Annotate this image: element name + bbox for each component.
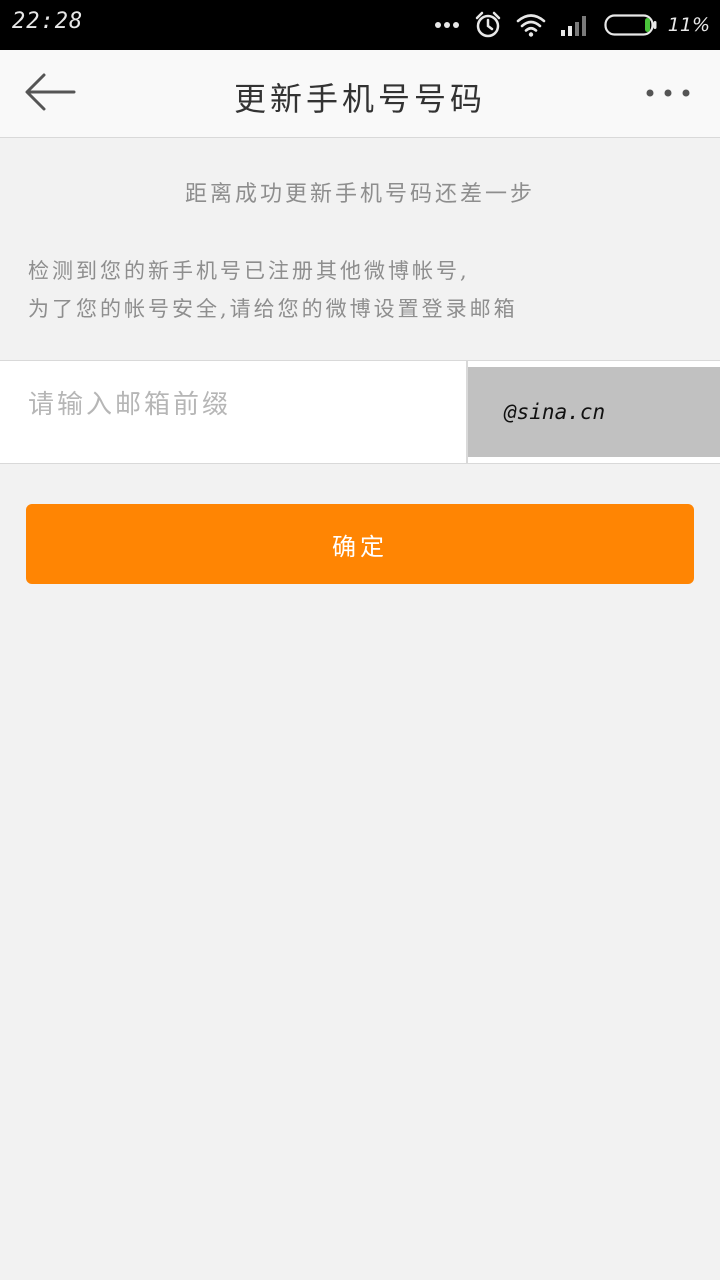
page-title: 更新手机号号码 — [233, 80, 486, 118]
navigation-bar: 更新手机号号码 — [0, 50, 720, 138]
signal-icon — [560, 13, 590, 37]
email-form-row: @sina.cn — [0, 360, 720, 464]
wifi-icon — [516, 13, 546, 37]
description: 检测到您的新手机号已注册其他微博帐号, 为了您的帐号安全,请给您的微博设置登录邮… — [28, 252, 708, 328]
status-time: 22:28 — [12, 9, 84, 34]
email-domain-select[interactable]: @sina.cn — [468, 367, 720, 457]
status-icons: 11% — [434, 8, 710, 42]
description-line-2: 为了您的帐号安全,请给您的微博设置登录邮箱 — [28, 297, 518, 321]
more-icon — [644, 83, 692, 102]
more-button[interactable] — [638, 72, 698, 112]
email-prefix-input[interactable] — [0, 361, 466, 463]
battery-percentage: 11% — [667, 14, 710, 36]
battery-icon — [604, 13, 658, 37]
confirm-button[interactable]: 确定 — [26, 504, 694, 584]
status-bar: 22:28 11% — [0, 0, 720, 50]
more-dots-icon — [434, 21, 460, 29]
step-hint: 距离成功更新手机号码还差一步 — [184, 182, 535, 207]
alarm-icon — [474, 11, 502, 39]
email-domain-label: @sina.cn — [504, 400, 606, 424]
description-line-1: 检测到您的新手机号已注册其他微博帐号, — [28, 259, 470, 283]
